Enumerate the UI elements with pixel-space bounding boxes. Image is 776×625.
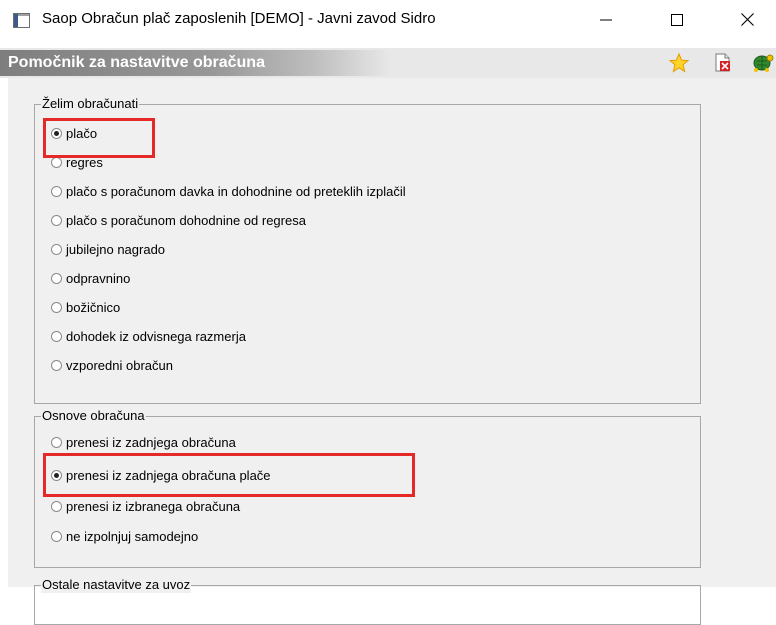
option-label: prenesi iz zadnjega obračuna plače [66,467,271,483]
radio-dohodek-odvisno[interactable] [51,330,62,342]
wizard-content: Želim obračunati plačo regres plačo s po… [8,78,776,625]
option-ne-izpolnjuj[interactable]: ne izpolnjuj samodejno [51,525,198,547]
option-prenesi-zadnji[interactable]: prenesi iz zadnjega obračuna [51,431,236,453]
minimize-button[interactable] [583,0,629,42]
other-settings-legend: Ostale nastavitve za uvoz [41,577,192,593]
close-button[interactable] [724,0,770,42]
option-label: ne izpolnjuj samodejno [66,528,199,544]
radio-prenesi-izbrani[interactable] [51,500,62,512]
minimize-icon [600,14,612,29]
option-vzporedni-obracun[interactable]: vzporedni obračun [51,354,173,376]
option-label: božičnico [66,299,121,315]
option-label: plačo [66,125,98,141]
option-placo[interactable]: plačo [51,122,97,144]
option-dohodek-odvisno[interactable]: dohodek iz odvisnega razmerja [51,325,246,347]
calculation-type-legend: Želim obračunati [41,96,140,112]
radio-placo-porac-dohodnine[interactable] [51,214,62,226]
exit-button[interactable] [752,53,774,75]
option-prenesi-zadnji-placa[interactable]: prenesi iz zadnjega obračuna plače [51,464,271,486]
radio-placo[interactable] [51,127,62,139]
option-label: vzporedni obračun [66,357,173,373]
close-document-button[interactable] [712,53,734,75]
page-title: Pomočnik za nastavitve obračuna [0,50,390,76]
option-odpravnina[interactable]: odpravnino [51,267,130,289]
window-title: Saop Obračun plač zaposlenih [DEMO] - Ja… [42,10,436,27]
maximize-icon [671,13,683,29]
header-band: Pomočnik za nastavitve obračuna [0,48,776,78]
radio-jubilejna-nagrada[interactable] [51,243,62,255]
option-label: prenesi iz zadnjega obračuna [66,434,236,450]
radio-placo-porac-davka[interactable] [51,185,62,197]
radio-odpravnina[interactable] [51,272,62,284]
option-jubilejna-nagrada[interactable]: jubilejno nagrado [51,238,165,260]
option-label: jubilejno nagrado [66,241,166,257]
radio-ne-izpolnjuj[interactable] [51,530,62,542]
option-placo-porac-davka[interactable]: plačo s poračunom davka in dohodnine od … [51,180,406,202]
radio-regres[interactable] [51,156,62,168]
option-label: regres [66,154,103,170]
option-bozicnica[interactable]: božičnico [51,296,120,318]
radio-prenesi-zadnji[interactable] [51,436,62,448]
option-placo-porac-dohodnine[interactable]: plačo s poračunom dohodnine od regresa [51,209,306,231]
close-icon [740,13,754,29]
option-label: odpravnino [66,270,131,286]
radio-bozicnica[interactable] [51,301,62,313]
calculation-basis-legend: Osnove obračuna [41,408,146,424]
option-label: dohodek iz odvisnega razmerja [66,328,246,344]
option-regres[interactable]: regres [51,151,103,173]
document-delete-icon [714,53,732,75]
window-titlebar: Saop Obračun plač zaposlenih [DEMO] - Ja… [0,0,776,42]
star-icon [668,52,690,76]
radio-prenesi-zadnji-placa[interactable] [51,469,62,481]
app-icon [13,13,30,28]
option-label: plačo s poračunom davka in dohodnine od … [66,183,406,199]
option-prenesi-izbrani[interactable]: prenesi iz izbranega obračuna [51,495,240,517]
option-label: prenesi iz izbranega obračuna [66,498,241,514]
calculation-type-group: Želim obračunati plačo regres plačo s po… [34,96,701,404]
maximize-button[interactable] [654,0,700,42]
calculation-basis-group: Osnove obračuna prenesi iz zadnjega obra… [34,408,701,568]
option-label: plačo s poračunom dohodnine od regresa [66,212,306,228]
turtle-icon [752,53,774,76]
favorite-button[interactable] [668,52,690,76]
radio-vzporedni-obracun[interactable] [51,359,62,371]
other-settings-group: Ostale nastavitve za uvoz [34,577,701,625]
